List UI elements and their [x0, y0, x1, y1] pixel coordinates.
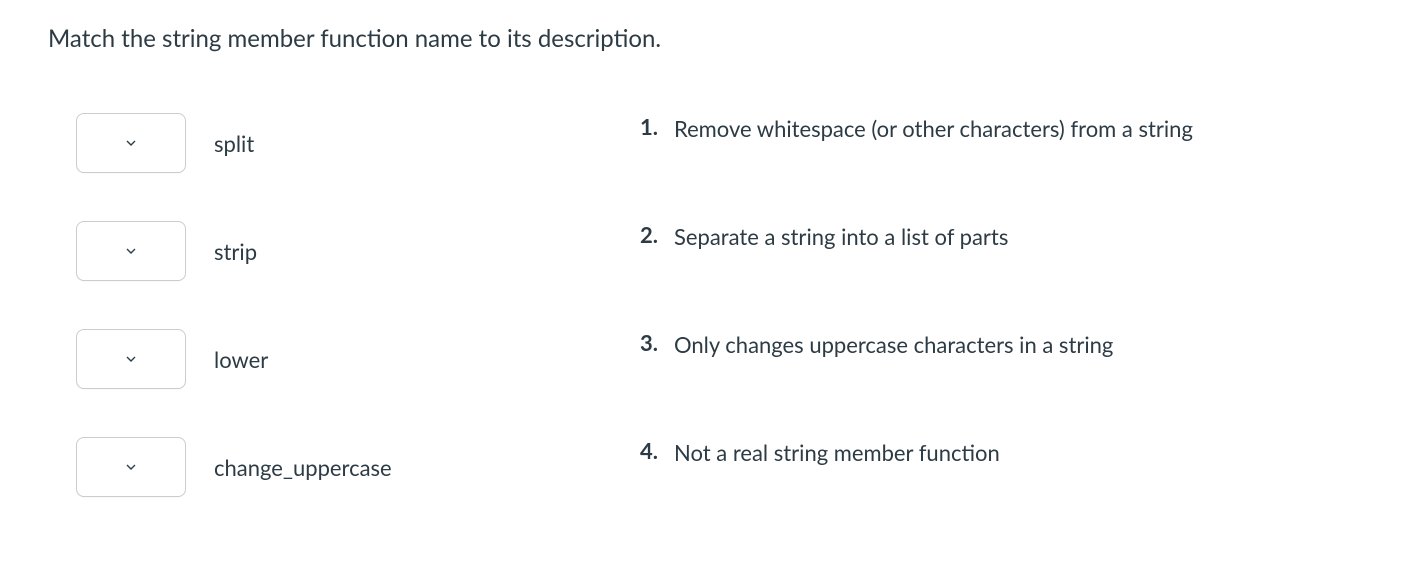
- answer-number: 1.: [628, 113, 674, 140]
- dropdown-change-uppercase[interactable]: [76, 437, 186, 497]
- matching-container: split strip lower change_uppercase 1. R: [48, 113, 1374, 545]
- chevron-down-icon: [123, 351, 139, 367]
- dropdown-strip[interactable]: [76, 221, 186, 281]
- match-row: change_uppercase: [76, 437, 588, 497]
- answer-item: 4. Not a real string member function: [628, 437, 1374, 545]
- match-label: lower: [214, 346, 268, 373]
- match-label: change_uppercase: [214, 454, 392, 481]
- question-prompt: Match the string member function name to…: [48, 24, 1374, 53]
- chevron-down-icon: [123, 243, 139, 259]
- answer-text: Only changes uppercase characters in a s…: [674, 329, 1374, 361]
- answer-text: Separate a string into a list of parts: [674, 221, 1374, 253]
- match-label: split: [214, 130, 254, 157]
- answer-number: 4.: [628, 437, 674, 464]
- dropdown-lower[interactable]: [76, 329, 186, 389]
- answer-text: Remove whitespace (or other characters) …: [674, 113, 1374, 145]
- answer-item: 3. Only changes uppercase characters in …: [628, 329, 1374, 437]
- left-column: split strip lower change_uppercase: [48, 113, 588, 545]
- answer-number: 3.: [628, 329, 674, 356]
- right-column: 1. Remove whitespace (or other character…: [628, 113, 1374, 545]
- match-label: strip: [214, 238, 257, 265]
- answer-item: 2. Separate a string into a list of part…: [628, 221, 1374, 329]
- answer-item: 1. Remove whitespace (or other character…: [628, 113, 1374, 221]
- answer-number: 2.: [628, 221, 674, 248]
- chevron-down-icon: [123, 459, 139, 475]
- match-row: lower: [76, 329, 588, 389]
- dropdown-split[interactable]: [76, 113, 186, 173]
- match-row: split: [76, 113, 588, 173]
- answer-list: 1. Remove whitespace (or other character…: [628, 113, 1374, 545]
- match-row: strip: [76, 221, 588, 281]
- chevron-down-icon: [123, 135, 139, 151]
- answer-text: Not a real string member function: [674, 437, 1374, 469]
